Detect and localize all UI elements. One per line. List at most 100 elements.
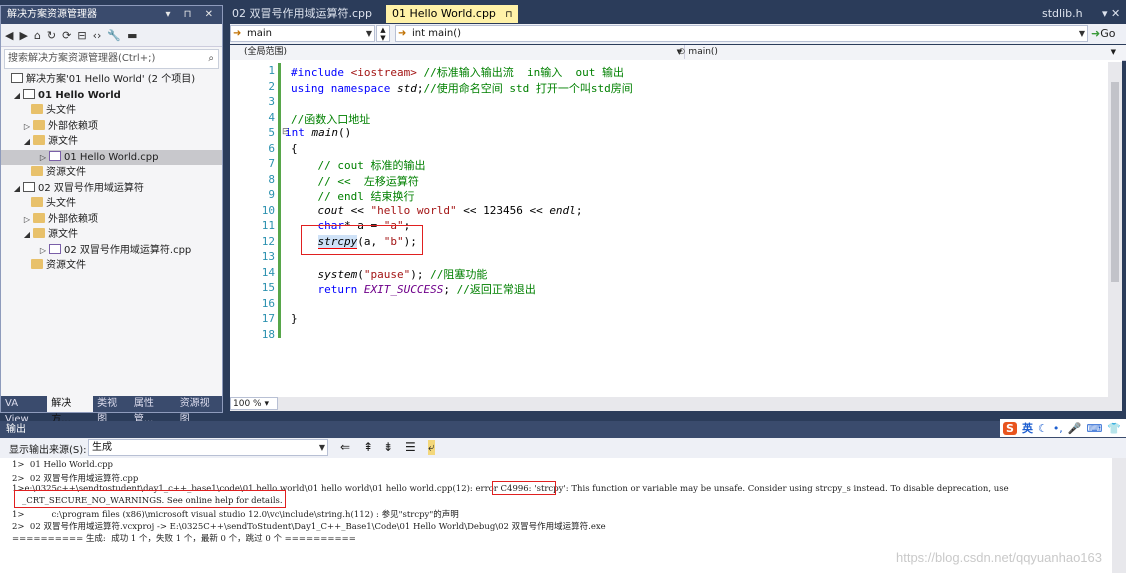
collapsed-arrow-icon[interactable]: ▷ [21, 212, 33, 228]
sync-icon[interactable]: ↻ [47, 29, 56, 42]
solution-tree: 解决方案'01 Hello World' (2 个项目) ◢ 01 Hello W… [1, 72, 222, 274]
folder-icon [33, 119, 45, 130]
solution-explorer-panel: 解决方案资源管理器 ▾ ⊓ ✕ ◀ ▶ ⌂ ↻ ⟳ ⊟ ‹› 🔧 ▬ 搜索解决方… [0, 5, 223, 425]
collapsed-arrow-icon[interactable]: ▷ [37, 150, 49, 166]
expand-arrow-icon[interactable]: ◢ [21, 134, 33, 150]
back-icon[interactable]: ◀ [5, 29, 13, 42]
tab-class-view[interactable]: 类视图 [93, 396, 130, 425]
highlight-box-error-code [492, 481, 556, 495]
solution-explorer-title: 解决方案资源管理器 ▾ ⊓ ✕ [1, 6, 222, 24]
tab-menu-icon[interactable]: ▾ ✕ [1096, 5, 1126, 23]
go-button[interactable]: ➜Go [1091, 25, 1124, 42]
folder-icon [33, 228, 45, 238]
tab-hello-cpp[interactable]: 01 Hello World.cpp ⊓ ✕ [386, 5, 518, 39]
find-message-icon[interactable]: ⇐ [340, 440, 350, 454]
tree-item-external-deps[interactable]: ▷ 外部依赖项 [1, 119, 222, 135]
csdn-watermark: https://blog.csdn.net/qqyuanhao163 [896, 550, 1102, 565]
output-source-select[interactable]: 生成 ▼ [88, 439, 328, 456]
collapsed-arrow-icon[interactable]: ▷ [37, 243, 49, 259]
code-line-14: system("pause"); //阻塞功能 [317, 267, 488, 281]
code-line-15: return EXIT_SUCCESS; //返回正常退出 [317, 283, 536, 296]
forward-icon[interactable]: ▶ [19, 29, 27, 42]
tree-item-resources-2[interactable]: 资源文件 [1, 258, 222, 274]
code-line-8: // << 左移运算符 [317, 174, 419, 188]
clear-all-icon[interactable]: ☰ [405, 440, 416, 454]
tab-va-view[interactable]: VA View [1, 396, 47, 425]
expand-arrow-icon[interactable]: ◢ [21, 227, 33, 243]
function-combo[interactable]: ⊙ main() ▼ [676, 45, 1118, 59]
folder-icon [31, 197, 43, 207]
highlight-box-strcpy [301, 225, 423, 255]
tree-item-headers-2[interactable]: 头文件 [1, 196, 222, 212]
expand-arrow-icon[interactable]: ◢ [11, 181, 23, 197]
output-title-bar: 输出 [0, 421, 1126, 438]
solution-bottom-tabs: VA View 解决方... 类视图 属性管... 资源视图 [1, 396, 222, 425]
code-line-10: cout << "hello world" << 123456 << endl; [317, 203, 583, 217]
zoom-combo[interactable]: 100 % ▾ [230, 397, 278, 410]
pin-icon[interactable]: ▬ [127, 29, 137, 42]
moon-icon: ☾ [1037, 421, 1048, 435]
highlight-box-crt-secure [14, 490, 286, 508]
refresh-icon[interactable]: ⟳ [62, 29, 71, 42]
collapse-icon[interactable]: ⊟ [77, 29, 86, 42]
tree-item-hello-cpp[interactable]: ▷ 01 Hello World.cpp [1, 149, 222, 166]
tree-item-headers[interactable]: 头文件 [1, 103, 222, 119]
tree-item-resources[interactable]: 资源文件 [1, 165, 222, 181]
code-editor[interactable]: 1 2 3 4 5 6 7 8 9 10 11 12 13 14 15 16 1… [230, 60, 1122, 397]
tab-resource-view[interactable]: 资源视图 [176, 396, 222, 425]
chevron-down-icon: ▼ [1078, 29, 1085, 38]
prev-message-icon[interactable]: ⇞ [363, 440, 373, 454]
properties-icon[interactable]: 🔧 [107, 29, 121, 42]
output-text-area[interactable]: 1> 01 Hello World.cpp 2> 02 双冒号作用域运算符.cp… [0, 458, 1112, 573]
tab-property-manager[interactable]: 属性管... [130, 396, 176, 425]
scroll-thumb[interactable] [1111, 82, 1119, 282]
go-arrow-icon: ➜ [1091, 27, 1101, 40]
arrow-right-icon: ➜ [233, 28, 242, 39]
line-number-gutter: 1 2 3 4 5 6 7 8 9 10 11 12 13 14 15 16 1… [230, 60, 277, 397]
class-combo[interactable]: ➜ main ▼ [230, 25, 375, 42]
word-wrap-icon[interactable]: ⤶ [428, 440, 435, 455]
code-line-4: //函数入口地址 [291, 112, 371, 126]
folder-icon [33, 135, 45, 145]
code-line-9: // endl 结束换行 [317, 190, 415, 203]
search-icon: ⌕ [208, 53, 214, 64]
panel-window-buttons[interactable]: ▾ ⊓ ✕ [165, 6, 218, 24]
member-combo[interactable]: ➜ int main() ▼ [395, 25, 1088, 42]
chevron-down-icon: ▼ [1110, 48, 1116, 56]
project-icon [23, 181, 35, 192]
scope-bar: (全局范围) ▼ ⊙ main() ▼ [230, 45, 1126, 61]
output-vertical-scrollbar[interactable] [1112, 458, 1126, 573]
home-icon[interactable]: ⌂ [34, 29, 41, 42]
tree-item-source[interactable]: ◢ 源文件 [1, 134, 222, 150]
ime-toolbar[interactable]: S 英 ☾ •, 🎤 ⌨ 👕 ⊞ [1000, 419, 1126, 437]
tree-item-project-1[interactable]: ◢ 01 Hello World [1, 88, 222, 104]
code-icon[interactable]: ‹› [93, 29, 102, 42]
editor-status-bar: 100 % ▾ [230, 397, 1122, 411]
tree-item-scope-cpp[interactable]: ▷ 02 双冒号作用域运算符.cpp [1, 243, 222, 259]
document-tabs: 02 双冒号作用域运算符.cpp 01 Hello World.cpp ⊓ ✕ … [226, 5, 1126, 39]
nav-spinner[interactable]: ▲ ▼ [376, 25, 390, 42]
tree-item-solution[interactable]: 解决方案'01 Hello World' (2 个项目) [1, 72, 222, 88]
folder-icon [31, 104, 43, 114]
scope-combo[interactable]: (全局范围) ▼ [230, 45, 685, 59]
cpp-file-icon [49, 243, 61, 254]
code-line-7: // cout 标准的输出 [317, 159, 426, 172]
folder-icon [31, 166, 43, 176]
next-message-icon[interactable]: ⇟ [383, 440, 393, 454]
chevron-down-icon: ▼ [365, 29, 372, 38]
solution-search-input[interactable]: 搜索解决方案资源管理器(Ctrl+;) ⌕ [4, 49, 219, 69]
code-line-5: int main() [285, 126, 352, 139]
tree-item-external-deps-2[interactable]: ▷ 外部依赖项 [1, 212, 222, 228]
pin-icon[interactable]: ⊓ [505, 10, 512, 20]
editor-vertical-scrollbar[interactable] [1108, 62, 1122, 397]
folder-icon [33, 212, 45, 223]
tree-item-source-2[interactable]: ◢ 源文件 [1, 227, 222, 243]
tab-stdlib-h[interactable]: stdlib.h [1036, 5, 1102, 23]
tab-scope-cpp[interactable]: 02 双冒号作用域运算符.cpp [226, 5, 382, 23]
cpp-file-icon [49, 150, 61, 161]
expand-arrow-icon[interactable]: ◢ [11, 88, 23, 104]
keyboard-icon: ⌨ [1086, 421, 1103, 435]
tab-solution-explorer[interactable]: 解决方... [47, 396, 94, 425]
tree-item-project-2[interactable]: ◢ 02 双冒号作用域运算符 [1, 181, 222, 197]
collapsed-arrow-icon[interactable]: ▷ [21, 119, 33, 135]
